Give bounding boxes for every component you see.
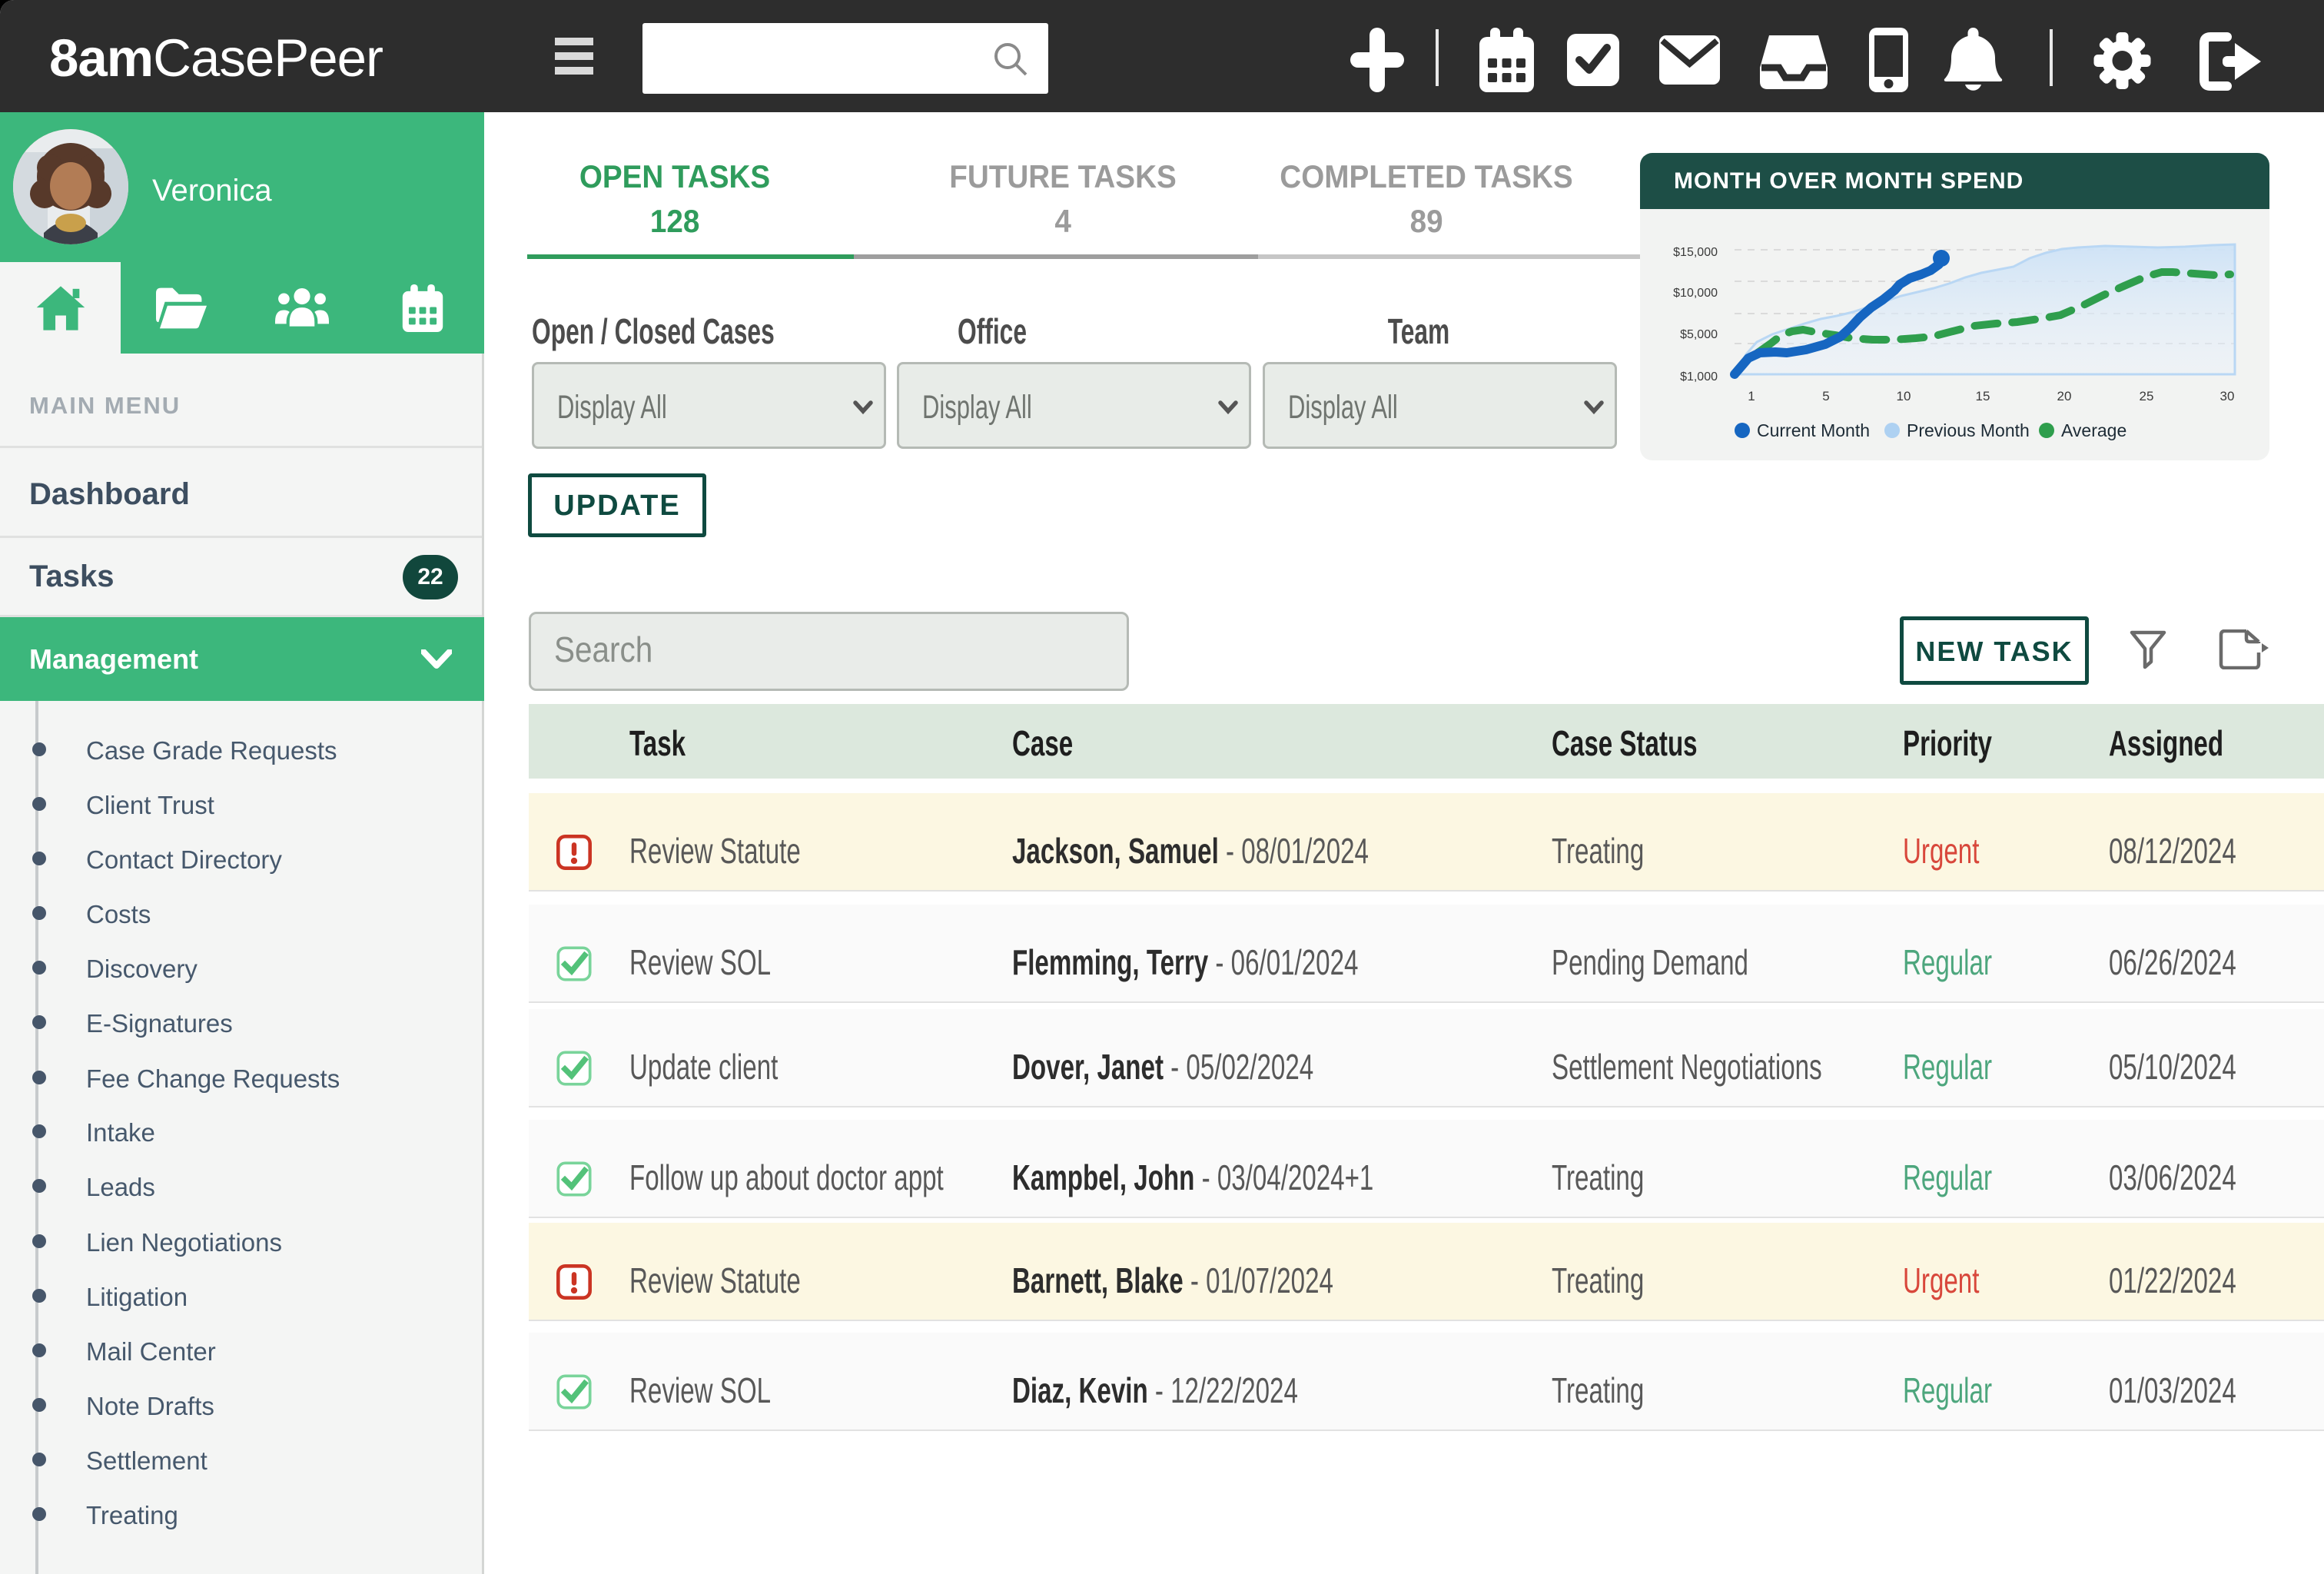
svg-text:$15,000: $15,000 <box>1673 246 1718 259</box>
svg-text:Previous Month: Previous Month <box>1907 420 2030 440</box>
svg-text:20: 20 <box>2057 389 2072 403</box>
svg-text:5: 5 <box>1822 389 1829 403</box>
svg-text:25: 25 <box>2140 389 2154 403</box>
svg-text:$10,000: $10,000 <box>1673 287 1718 300</box>
svg-text:Average: Average <box>2061 420 2126 440</box>
svg-text:Current Month: Current Month <box>1757 420 1870 440</box>
svg-text:$1,000: $1,000 <box>1680 370 1718 384</box>
svg-text:$5,000: $5,000 <box>1680 328 1718 341</box>
svg-text:15: 15 <box>1976 389 1990 403</box>
svg-text:10: 10 <box>1897 389 1911 403</box>
svg-text:1: 1 <box>1748 389 1755 403</box>
svg-text:30: 30 <box>2220 389 2235 403</box>
